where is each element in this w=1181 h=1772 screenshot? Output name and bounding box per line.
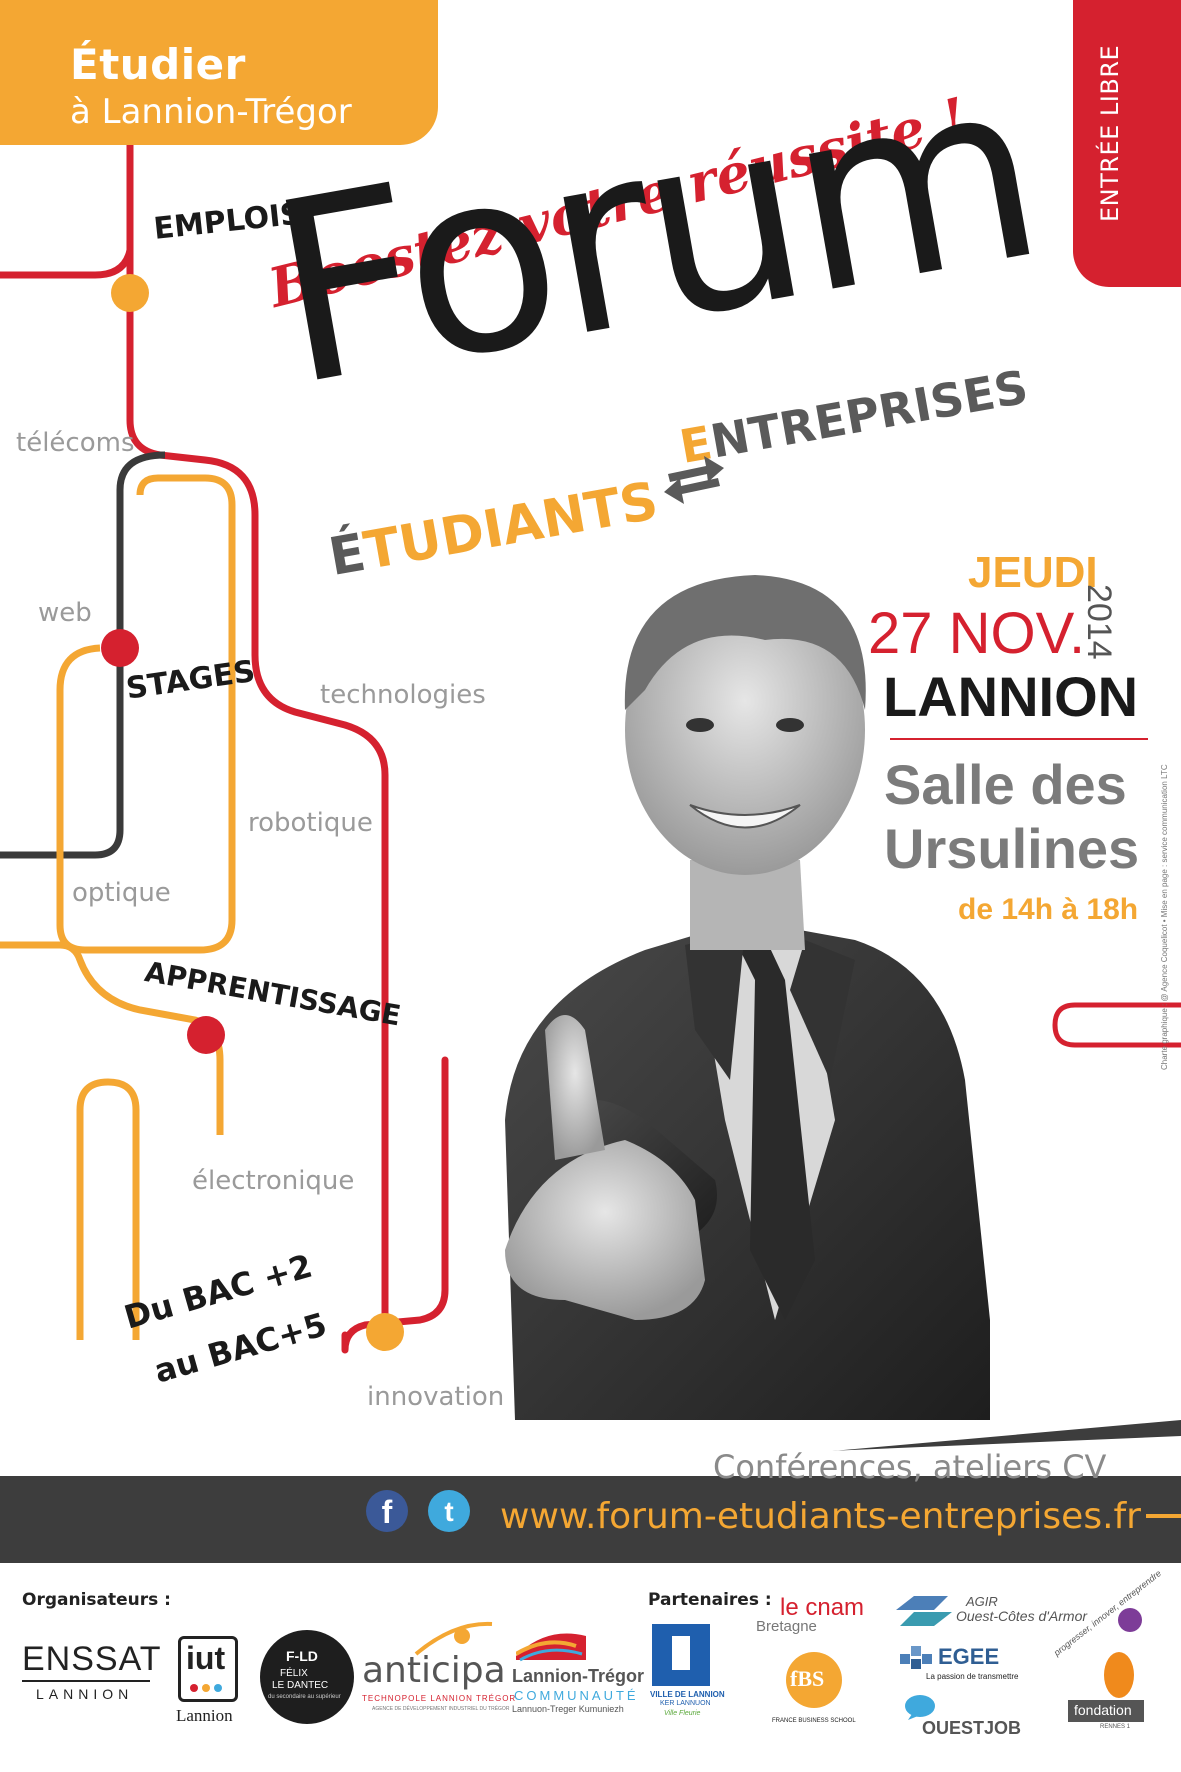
egee-cubes-icon [900, 1646, 932, 1669]
accent-dash [1146, 1514, 1181, 1518]
twitter-icon[interactable]: t [428, 1490, 470, 1532]
logo-fondation: fondation [1074, 1702, 1132, 1718]
logo-felix-mark: F-LD [286, 1648, 318, 1664]
logo-cnam-article: le [780, 1594, 799, 1621]
ouestjob-bubble-icon [905, 1695, 935, 1720]
logo-felix-tagline: du secondaire au supérieur [268, 1694, 341, 1700]
poster: Étudier à Lannion-Trégor ENTRÉE LIBRE EM… [0, 0, 1181, 1772]
logo-anticipa-sub: TECHNOPOLE LANNION TRÉGOR [362, 1694, 517, 1703]
logo-fondation-sub: RENNES 1 [1100, 1724, 1131, 1730]
logo-iut-dot [214, 1684, 222, 1692]
logo-ouestjob: OUESTJOB [922, 1718, 1022, 1738]
partners-label: Partenaires : [648, 1590, 772, 1610]
logo-ville-fleurie: Ville Fleurie [664, 1710, 701, 1717]
logo-enssat: ENSSAT [22, 1640, 162, 1678]
logo-fbs: fBS [790, 1666, 825, 1691]
logo-ltc: Lannion-Trégor [512, 1666, 644, 1686]
logo-ltc-breton: Lannuon-Treger Kumuniezh [512, 1704, 624, 1714]
logo-iut-city: Lannion [176, 1706, 233, 1725]
logo-iut-dot [190, 1684, 198, 1692]
logo-agir: AGIR [966, 1594, 998, 1609]
logo-fondation-egg [1104, 1652, 1134, 1698]
logo-fondation-dot [1118, 1608, 1142, 1632]
facebook-icon[interactable]: f [366, 1490, 408, 1532]
logo-felix-name: FÉLIX [280, 1668, 308, 1679]
logo-enssat-rule [22, 1680, 150, 1682]
ltc-emblem-icon [516, 1633, 586, 1662]
logo-felix-surname: LE DANTEC [272, 1680, 329, 1691]
logo-cnam-name: cnam [805, 1594, 865, 1621]
logo-fbs-name: FRANCE BUSINESS SCHOOL [772, 1718, 856, 1724]
organizers-label: Organisateurs : [22, 1590, 171, 1610]
logo-egee-tagline: La passion de transmettre [926, 1672, 1019, 1681]
logo-iut: iut [186, 1640, 226, 1676]
website-link[interactable]: www.forum-etudiants-entreprises.fr [500, 1496, 1141, 1537]
logo-enssat-city: LANNION [36, 1686, 134, 1702]
logo-anticipa: anticipa [362, 1650, 506, 1691]
activities-text: Conférences, ateliers CV [713, 1448, 1107, 1486]
logo-egee: EGEE [938, 1644, 1000, 1669]
logo-ville: VILLE DE LANNION [650, 1690, 725, 1699]
logo-ltc-sub: COMMUNAUTÉ [514, 1688, 639, 1703]
logo-ville-breton: KER LANNUON [660, 1700, 711, 1707]
logo-agir-region: Ouest-Côtes d'Armor [956, 1608, 1088, 1624]
logo-anticipa-tagline: AGENCE DE DÉVELOPPEMENT INDUSTRIEL DU TR… [372, 1706, 510, 1712]
logo-iut-dot [202, 1684, 210, 1692]
logo-ville-crest-mark [672, 1636, 690, 1670]
agir-arrows-icon [896, 1596, 952, 1626]
logo-cnam-region: Bretagne [756, 1618, 817, 1635]
